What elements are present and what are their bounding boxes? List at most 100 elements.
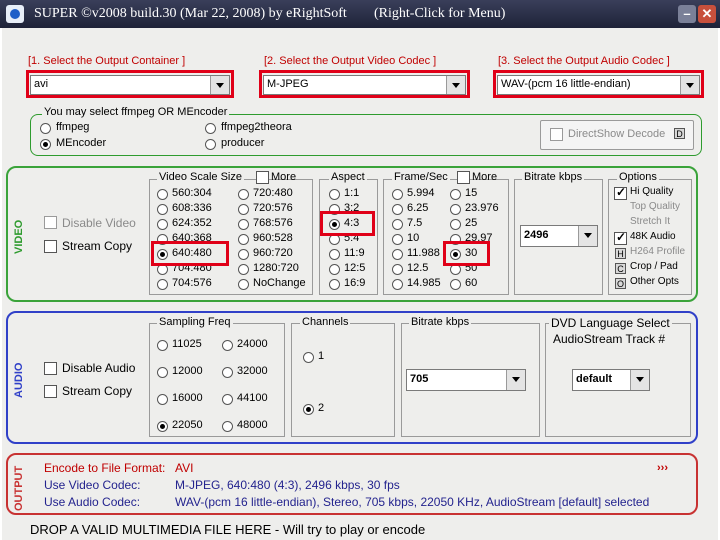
drop-zone-status[interactable]: DROP A VALID MULTIMEDIA FILE HERE - Will… <box>30 522 425 537</box>
channels-option-radio[interactable] <box>303 352 314 363</box>
scale-option-radio[interactable] <box>157 219 168 230</box>
audio-stream-select[interactable]: default <box>572 369 650 391</box>
sampling-option-radio[interactable] <box>157 394 168 405</box>
sampling-option-radio[interactable] <box>157 421 168 432</box>
option-key[interactable]: O <box>615 278 626 289</box>
scale-option-radio[interactable] <box>238 264 249 275</box>
chevron-down-icon[interactable] <box>578 226 597 246</box>
audio-bitrate-value: 705 <box>410 373 429 385</box>
scale-option-radio[interactable] <box>238 189 249 200</box>
container-value: avi <box>34 78 49 90</box>
chevron-down-icon[interactable] <box>506 370 525 390</box>
channels-group <box>291 323 395 437</box>
scale-option-label: 960:720 <box>253 247 293 259</box>
scale-option-radio[interactable] <box>238 234 249 245</box>
aspect-option-radio[interactable] <box>329 189 340 200</box>
scale-option-label: NoChange <box>253 277 306 289</box>
scale-option-radio[interactable] <box>238 204 249 215</box>
aspect-group-title: Aspect <box>329 171 367 183</box>
scale-option-radio[interactable] <box>157 204 168 215</box>
sampling-option-radio[interactable] <box>222 340 233 351</box>
right-click-hint: (Right-Click for Menu) <box>374 6 506 21</box>
framerate-group-title: Frame/Sec <box>392 171 450 183</box>
channels-option-label: 2 <box>318 402 325 414</box>
audio-stream-copy-label: Stream Copy <box>62 384 133 398</box>
audio-bitrate-select[interactable]: 705 <box>406 369 526 391</box>
close-button[interactable]: ✕ <box>698 5 716 23</box>
scale-option-radio[interactable] <box>238 279 249 290</box>
audio-stream-copy-checkbox[interactable] <box>44 385 57 398</box>
scale-option-label: 720:480 <box>253 187 293 199</box>
option-key[interactable]: H <box>615 248 626 259</box>
app-icon[interactable] <box>6 5 24 23</box>
aspect-option-radio[interactable] <box>329 264 340 275</box>
sampling-option-label: 24000 <box>237 338 268 350</box>
scale-option-radio[interactable] <box>157 279 168 290</box>
option-label[interactable]: H264 Profile <box>630 246 685 257</box>
scale-option-radio[interactable] <box>238 219 249 230</box>
framerate-option-radio[interactable] <box>392 219 403 230</box>
ffmpeg-radio[interactable] <box>40 123 51 134</box>
option-label[interactable]: Other Opts <box>630 276 679 287</box>
output-expand-arrows[interactable]: ››› <box>657 462 668 474</box>
output-audio-value: WAV-(pcm 16 little-endian), Stereo, 705 … <box>175 495 650 509</box>
framerate-option-radio[interactable] <box>450 189 461 200</box>
scale-more-checkbox[interactable] <box>256 171 269 184</box>
directshow-checkbox[interactable] <box>550 128 563 141</box>
option-checkbox[interactable] <box>614 185 627 200</box>
option-key[interactable]: C <box>615 263 626 274</box>
option-label[interactable]: Crop / Pad <box>630 261 678 272</box>
chevron-down-icon[interactable] <box>630 370 649 390</box>
channels-option-radio[interactable] <box>303 404 314 415</box>
disable-audio-checkbox[interactable] <box>44 362 57 375</box>
framerate-option-label: 6.25 <box>407 202 429 214</box>
aspect-option-radio[interactable] <box>329 279 340 290</box>
option-checkbox[interactable] <box>614 230 627 245</box>
scale-option-radio[interactable] <box>157 189 168 200</box>
sampling-option-radio[interactable] <box>222 367 233 378</box>
framerate-option-radio[interactable] <box>392 264 403 275</box>
aspect-option-radio[interactable] <box>329 249 340 260</box>
video-stream-copy-checkbox[interactable] <box>44 240 57 253</box>
scale-option-radio[interactable] <box>238 249 249 260</box>
framerate-option-radio[interactable] <box>450 279 461 290</box>
scale-more-label: More <box>271 171 297 183</box>
framerate-more-checkbox[interactable] <box>457 171 470 184</box>
directshow-key: D <box>674 128 685 139</box>
option-label[interactable]: Hi Quality <box>630 186 673 197</box>
step1-label: [1. Select the Output Container ] <box>28 55 186 67</box>
sampling-option-radio[interactable] <box>222 394 233 405</box>
minimize-button[interactable]: – <box>678 5 696 23</box>
sampling-option-radio[interactable] <box>157 340 168 351</box>
audio-bitrate-title: Bitrate kbps <box>409 316 472 328</box>
chevron-down-icon[interactable] <box>680 76 699 94</box>
output-panel-label: OUTPUT <box>13 465 25 511</box>
chevron-down-icon[interactable] <box>446 76 465 94</box>
option-label[interactable]: 48K Audio <box>630 231 676 242</box>
framerate-option-radio[interactable] <box>392 279 403 290</box>
video-codec-select[interactable]: M-JPEG <box>263 75 466 95</box>
framerate-option-radio[interactable] <box>450 219 461 230</box>
framerate-option-radio[interactable] <box>450 204 461 215</box>
ffmpeg2theora-radio[interactable] <box>205 123 216 134</box>
scale-highlight <box>151 241 229 266</box>
mencoder-radio[interactable] <box>40 139 51 150</box>
scale-option-label: 704:576 <box>172 277 212 289</box>
disable-video-checkbox[interactable] <box>44 216 57 229</box>
container-select[interactable]: avi <box>30 75 230 95</box>
scale-option-label: 1280:720 <box>253 262 299 274</box>
video-bitrate-select[interactable]: 2496 <box>520 225 598 247</box>
producer-radio[interactable] <box>205 139 216 150</box>
directshow-decode-button[interactable]: DirectShow Decode D <box>540 120 694 150</box>
chevron-down-icon[interactable] <box>210 76 229 94</box>
framerate-option-radio[interactable] <box>392 249 403 260</box>
framerate-option-radio[interactable] <box>392 189 403 200</box>
sampling-option-radio[interactable] <box>222 421 233 432</box>
framerate-option-radio[interactable] <box>392 234 403 245</box>
audio-codec-select[interactable]: WAV-(pcm 16 little-endian) <box>497 75 700 95</box>
title-bar: SUPER ©v2008 build.30 (Mar 22, 2008) by … <box>0 0 720 28</box>
framerate-option-label: 14.985 <box>407 277 441 289</box>
sampling-option-radio[interactable] <box>157 367 168 378</box>
audio-panel-label: AUDIO <box>13 362 25 398</box>
framerate-option-radio[interactable] <box>392 204 403 215</box>
